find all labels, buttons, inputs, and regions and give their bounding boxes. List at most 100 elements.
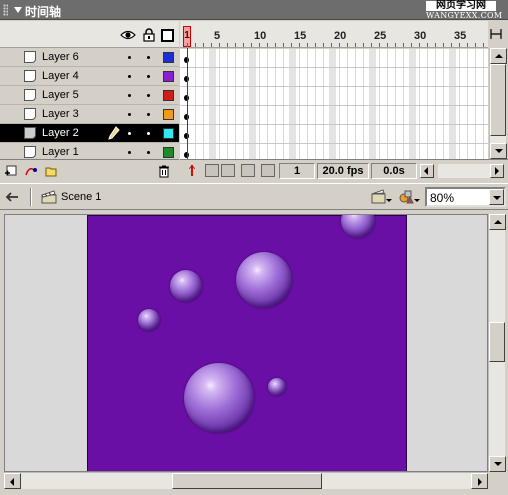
bubble[interactable] xyxy=(138,309,160,331)
ruler-label: 20 xyxy=(334,30,347,42)
edit-scene-icon[interactable] xyxy=(370,188,392,206)
frames-area: 1 5 10 15 20 25 30 35 1 20.0 fps 0.0s xyxy=(180,21,508,181)
layer-name[interactable]: Layer 4 xyxy=(42,70,79,82)
outline-color-swatch[interactable] xyxy=(163,52,174,63)
outline-color-swatch[interactable] xyxy=(163,90,174,101)
ruler-tick xyxy=(427,43,428,47)
scroll-thumb[interactable] xyxy=(490,64,506,136)
lock-toggle[interactable] xyxy=(147,151,150,154)
layer-name[interactable]: Layer 5 xyxy=(42,89,79,101)
edit-symbols-icon[interactable] xyxy=(398,188,420,206)
ruler-tick xyxy=(299,43,300,47)
visibility-toggle[interactable] xyxy=(128,132,131,135)
edit-multiple-frames-button[interactable] xyxy=(241,164,255,177)
ruler-tick xyxy=(275,43,276,47)
zoom-dropdown-button[interactable] xyxy=(489,189,504,205)
onion-skin-button[interactable] xyxy=(205,164,219,177)
scroll-thumb[interactable] xyxy=(172,473,322,489)
bubble[interactable] xyxy=(170,270,202,302)
work-area[interactable] xyxy=(4,214,488,472)
collapse-triangle-icon[interactable] xyxy=(14,7,22,13)
canvas-area xyxy=(0,211,508,495)
canvas-vertical-scrollbar[interactable] xyxy=(488,214,506,472)
bubble[interactable] xyxy=(236,252,292,308)
layer-name[interactable]: Layer 3 xyxy=(42,108,79,120)
ruler-label: 25 xyxy=(374,30,387,42)
layer-row[interactable]: Layer 2 xyxy=(0,124,179,143)
layer-name[interactable]: Layer 2 xyxy=(42,127,79,139)
bubble[interactable] xyxy=(341,215,375,238)
ruler-tick xyxy=(339,43,340,47)
outline-icon[interactable] xyxy=(161,29,174,42)
layer-icon xyxy=(24,70,36,82)
timeline-title-bar[interactable]: 时间轴 网页学习网 WANGYEXX.COM xyxy=(0,0,508,20)
ruler-tick xyxy=(355,43,356,47)
onion-skin-outlines-button[interactable] xyxy=(221,164,235,177)
scroll-left-button[interactable] xyxy=(420,164,434,178)
layer-name[interactable]: Layer 6 xyxy=(42,51,79,63)
scroll-right-button[interactable] xyxy=(471,473,488,489)
ruler-tick xyxy=(227,43,228,47)
insert-layer-icon[interactable] xyxy=(4,164,18,178)
trash-icon[interactable] xyxy=(157,164,171,178)
ruler-tick xyxy=(259,43,260,47)
outline-color-swatch[interactable] xyxy=(163,147,174,158)
bubble[interactable] xyxy=(268,378,286,396)
layer-icon xyxy=(24,51,36,63)
scroll-left-button[interactable] xyxy=(4,473,21,489)
outline-color-swatch[interactable] xyxy=(163,71,174,82)
layer-row[interactable]: Layer 6 xyxy=(0,48,179,67)
visibility-toggle[interactable] xyxy=(128,113,131,116)
scroll-up-button[interactable] xyxy=(490,48,507,64)
ruler-label: 30 xyxy=(414,30,427,42)
eye-icon[interactable] xyxy=(120,28,136,42)
frame-ruler[interactable]: 1 5 10 15 20 25 30 35 xyxy=(180,21,488,48)
lock-toggle[interactable] xyxy=(147,113,150,116)
outline-color-swatch[interactable] xyxy=(163,128,174,139)
ruler-tick xyxy=(283,43,284,47)
layer-row[interactable]: Layer 5 xyxy=(0,86,179,105)
ruler-tick xyxy=(467,43,468,47)
frame-rate-display[interactable]: 20.0 fps xyxy=(317,163,369,179)
canvas-horizontal-scrollbar[interactable] xyxy=(4,472,488,489)
back-arrow-icon[interactable] xyxy=(5,192,19,202)
ruler-tick xyxy=(475,43,476,47)
scene-icon xyxy=(41,190,57,204)
ruler-tick xyxy=(267,43,268,47)
scroll-thumb[interactable] xyxy=(489,322,505,362)
timeline-vertical-scrollbar[interactable] xyxy=(489,48,507,159)
bubble[interactable] xyxy=(184,363,254,433)
center-frame-icon[interactable] xyxy=(185,164,199,177)
frame-grid[interactable] xyxy=(180,49,488,159)
panel-grip-handle[interactable] xyxy=(3,4,8,16)
scroll-right-button[interactable] xyxy=(490,164,504,178)
scene-label[interactable]: Scene 1 xyxy=(61,191,101,203)
zoom-select[interactable]: 80% xyxy=(425,187,506,207)
stage[interactable] xyxy=(87,215,407,471)
scroll-down-button[interactable] xyxy=(489,456,506,472)
ruler-tick xyxy=(347,43,348,47)
scroll-up-button[interactable] xyxy=(489,214,506,230)
visibility-toggle[interactable] xyxy=(128,75,131,78)
ruler-tick xyxy=(315,43,316,47)
insert-folder-icon[interactable] xyxy=(44,164,58,178)
lock-icon[interactable] xyxy=(143,28,155,42)
lock-toggle[interactable] xyxy=(147,75,150,78)
scroll-down-button[interactable] xyxy=(490,143,507,159)
timeline-options-menu-icon[interactable] xyxy=(489,27,503,41)
lock-toggle[interactable] xyxy=(147,132,150,135)
visibility-toggle[interactable] xyxy=(128,94,131,97)
lock-toggle[interactable] xyxy=(147,56,150,59)
visibility-toggle[interactable] xyxy=(128,151,131,154)
ruler-tick xyxy=(291,43,292,47)
outline-color-swatch[interactable] xyxy=(163,109,174,120)
layer-row[interactable]: Layer 4 xyxy=(0,67,179,86)
visibility-toggle[interactable] xyxy=(128,56,131,59)
layer-row[interactable]: Layer 3 xyxy=(0,105,179,124)
ruler-tick xyxy=(211,43,212,47)
add-motion-guide-icon[interactable] xyxy=(24,164,38,178)
ruler-tick xyxy=(419,43,420,47)
modify-onion-markers-button[interactable] xyxy=(261,164,275,177)
layer-name[interactable]: Layer 1 xyxy=(42,146,79,158)
lock-toggle[interactable] xyxy=(147,94,150,97)
